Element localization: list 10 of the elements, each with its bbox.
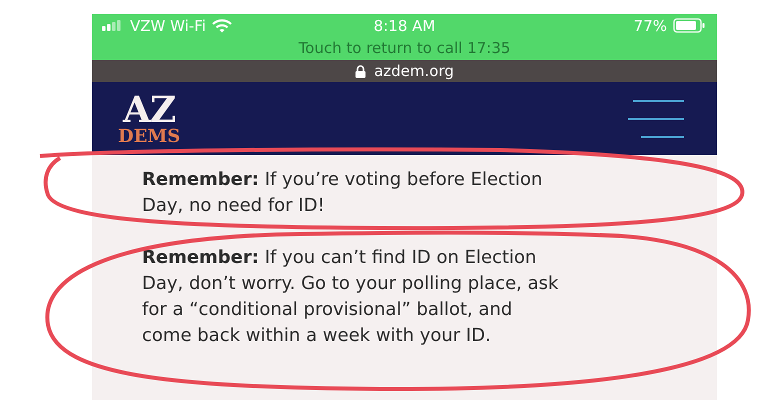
url-text[interactable]: azdem.org xyxy=(374,62,454,80)
site-logo[interactable]: AZ DEMS xyxy=(118,92,180,146)
reminder-paragraph: Remember: If you’re voting before Election Day, no need for ID! xyxy=(142,168,544,218)
reminder-paragraph: Remember: If you can’t find ID on Election Day, don’t worry. Go to your polling place, ask for a “conditional provisional” ballot, and come back within a week with your ID. xyxy=(142,246,560,348)
battery-icon xyxy=(673,18,705,33)
carrier-label: VZW Wi-Fi xyxy=(130,16,206,34)
lock-icon xyxy=(355,64,366,78)
wifi-icon xyxy=(212,18,232,32)
status-time: 8:18 AM xyxy=(374,16,436,34)
battery-percent: 77% xyxy=(634,16,667,34)
